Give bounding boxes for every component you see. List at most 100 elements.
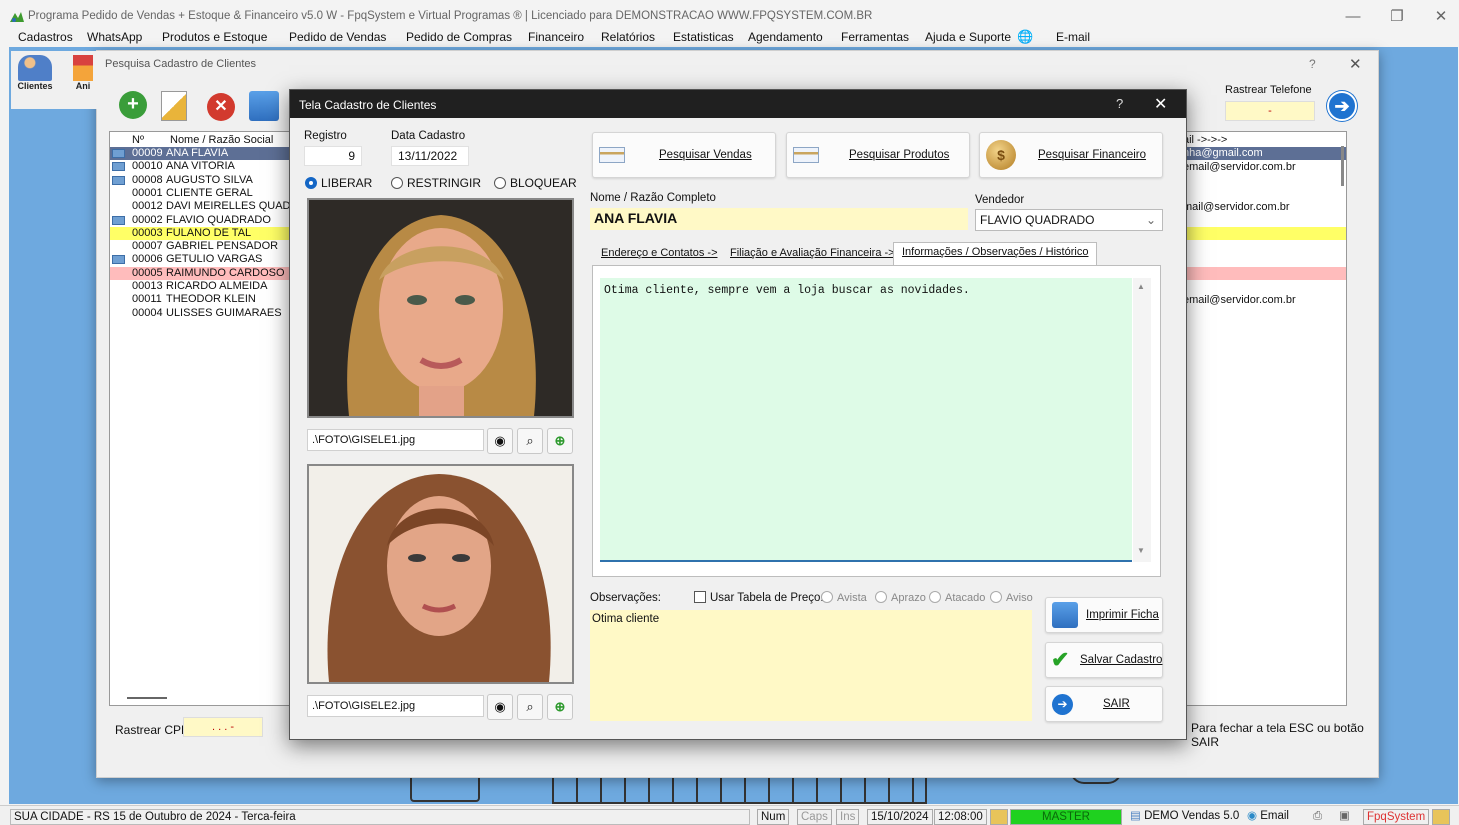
print-client-icon[interactable]: [249, 91, 279, 121]
table-row[interactable]: [1183, 280, 1346, 293]
menu-pedido-compras[interactable]: Pedido de Compras: [406, 30, 512, 44]
delete-client-icon[interactable]: ✕: [207, 93, 235, 121]
table-row[interactable]: 00004 ULISSES GUIMARAES: [110, 307, 290, 320]
registro-field[interactable]: 9: [304, 146, 362, 166]
table-row[interactable]: [1183, 227, 1346, 241]
vendedor-select[interactable]: FLAVIO QUADRADO ⌄: [975, 209, 1163, 231]
scroll-down-icon[interactable]: ▼: [1137, 546, 1145, 555]
clientes-tool-button[interactable]: Clientes: [15, 55, 55, 101]
observacoes-textarea[interactable]: Otima cliente: [590, 610, 1032, 721]
restore-icon[interactable]: ❐: [1379, 6, 1415, 28]
pesquisar-vendas-button[interactable]: Pesquisar Vendas: [592, 132, 776, 178]
add-photo-icon[interactable]: ⊕: [547, 694, 573, 720]
table-row[interactable]: 00009 ANA FLAVIA: [110, 147, 290, 160]
usar-tabela-checkbox[interactable]: Usar Tabela de Preço:: [694, 591, 824, 604]
printer-status-icon[interactable]: ⎙: [1310, 809, 1328, 825]
info-textarea[interactable]: Otima cliente, sempre vem a loja buscar …: [600, 278, 1132, 562]
minimize-icon[interactable]: —: [1335, 6, 1371, 28]
table-row[interactable]: [1183, 174, 1346, 187]
table-row[interactable]: email@servidor.com.br: [1183, 294, 1346, 307]
menu-ajuda-suporte[interactable]: Ajuda e Suporte: [925, 30, 1011, 44]
table-row[interactable]: ail ->->->: [1183, 134, 1346, 147]
table-row[interactable]: [1183, 254, 1346, 267]
menu-estatisticas[interactable]: Estatisticas: [673, 30, 734, 44]
table-row[interactable]: 00013 RICARDO ALMEIDA: [110, 280, 290, 293]
table-row[interactable]: [1183, 240, 1346, 253]
data-cadastro-field[interactable]: 13/11/2022: [391, 146, 469, 166]
list-header-num[interactable]: Nº: [132, 134, 144, 147]
table-row[interactable]: [1183, 187, 1346, 200]
list-scrollbar[interactable]: [1341, 146, 1344, 186]
search-window-help-icon[interactable]: ?: [1309, 57, 1316, 71]
table-row[interactable]: mail@servidor.com.br: [1183, 201, 1346, 214]
price-aviso-radio[interactable]: Aviso: [990, 591, 1033, 604]
scroll-up-icon[interactable]: ▲: [1137, 282, 1145, 291]
info-scrollbar[interactable]: ▲ ▼: [1133, 278, 1151, 562]
price-atacado-radio[interactable]: Atacado: [929, 591, 985, 604]
menu-whatsapp[interactable]: WhatsApp: [87, 30, 142, 44]
menu-email[interactable]: E-mail: [1056, 30, 1090, 44]
salvar-cadastro-button[interactable]: ✔ Salvar Cadastro: [1045, 642, 1163, 678]
radio-bloquear[interactable]: BLOQUEAR: [494, 176, 577, 190]
table-row[interactable]: 00011 THEODOR KLEIN: [110, 293, 290, 306]
table-row[interactable]: [1183, 214, 1346, 227]
rastrear-telefone-input[interactable]: -: [1225, 101, 1315, 121]
magnifier-icon[interactable]: ⌕: [517, 428, 543, 454]
go-arrow-icon[interactable]: ➔: [1327, 91, 1357, 121]
tab-endereco-contatos[interactable]: Endereço e Contatos ->: [601, 247, 718, 259]
table-row[interactable]: 00002 FLAVIO QUADRADO: [110, 214, 290, 227]
client-list-right-columns[interactable]: ail ->->-> nha@gmail.com email@servidor.co…: [1182, 131, 1347, 706]
table-row[interactable]: [1183, 267, 1346, 280]
edit-client-icon[interactable]: [161, 91, 187, 121]
rastrear-cpf-input[interactable]: . . . -: [183, 717, 263, 737]
search-window-close-icon[interactable]: ✕: [1349, 55, 1362, 73]
radio-restringir[interactable]: RESTRINGIR: [391, 176, 481, 190]
support-globe-icon[interactable]: 🌐: [1017, 29, 1033, 45]
photo-2-path-field[interactable]: .\FOTO\GISELE2.jpg: [307, 695, 484, 717]
table-row[interactable]: 00007 GABRIEL PENSADOR: [110, 240, 290, 253]
table-row[interactable]: nha@gmail.com: [1183, 147, 1346, 161]
add-client-icon[interactable]: +: [119, 91, 147, 119]
menu-financeiro[interactable]: Financeiro: [528, 30, 584, 44]
table-row[interactable]: email@servidor.com.br: [1183, 161, 1346, 174]
list-header-name[interactable]: Nome / Razão Social: [170, 134, 273, 147]
monitor-status-icon[interactable]: ▣: [1336, 809, 1354, 825]
photo-1-path-field[interactable]: .\FOTO\GISELE1.jpg: [307, 429, 484, 451]
webcam-icon[interactable]: ◉: [487, 428, 513, 454]
imprimir-ficha-button[interactable]: Imprimir Ficha: [1045, 597, 1163, 633]
menu-cadastros[interactable]: Cadastros: [18, 30, 73, 44]
menu-pedido-vendas[interactable]: Pedido de Vendas: [289, 30, 386, 44]
aniversario-tool-button[interactable]: Ani: [69, 55, 97, 101]
table-row[interactable]: 00001 CLIENTE GERAL: [110, 187, 290, 200]
menu-produtos-estoque[interactable]: Produtos e Estoque: [162, 30, 267, 44]
dialog-close-icon[interactable]: ✕: [1154, 94, 1167, 114]
horizontal-scrollbar[interactable]: [127, 697, 167, 699]
table-row[interactable]: 00012 DAVI MEIRELLES QUADR: [110, 200, 290, 213]
tab-filiacao[interactable]: Filiação e Avaliação Financeira ->: [730, 247, 895, 259]
add-photo-icon[interactable]: ⊕: [547, 428, 573, 454]
dialog-help-icon[interactable]: ?: [1116, 96, 1123, 111]
menu-agendamento[interactable]: Agendamento: [748, 30, 823, 44]
close-icon[interactable]: ✕: [1423, 6, 1459, 28]
price-avista-radio[interactable]: Avista: [821, 591, 867, 604]
webcam-icon[interactable]: ◉: [487, 694, 513, 720]
status-email[interactable]: ◉ Email: [1244, 809, 1292, 825]
tab-informacoes[interactable]: Informações / Observações / Histórico: [893, 242, 1098, 266]
pesquisar-financeiro-button[interactable]: $ Pesquisar Financeiro: [979, 132, 1163, 178]
table-row[interactable]: 00008 AUGUSTO SILVA: [110, 174, 290, 187]
menu-relatorios[interactable]: Relatórios: [601, 30, 655, 44]
nome-field[interactable]: ANA FLAVIA: [590, 208, 968, 230]
client-list[interactable]: Nº Nome / Razão Social 00009 ANA FLAVIA 00…: [109, 131, 291, 706]
menu-ferramentas[interactable]: Ferramentas: [841, 30, 909, 44]
magnifier-icon[interactable]: ⌕: [517, 694, 543, 720]
table-row[interactable]: 00006 GETULIO VARGAS: [110, 253, 290, 266]
table-row[interactable]: 00003 FULANO DE TAL: [110, 226, 290, 240]
sair-button[interactable]: ➔ SAIR: [1045, 686, 1163, 722]
client-photo-2[interactable]: [307, 464, 574, 684]
client-photo-1[interactable]: [307, 198, 574, 418]
table-row[interactable]: 00005 RAIMUNDO CARDOSO: [110, 266, 290, 280]
price-aprazo-radio[interactable]: Aprazo: [875, 591, 926, 604]
pesquisar-produtos-button[interactable]: Pesquisar Produtos: [786, 132, 970, 178]
radio-liberar[interactable]: LIBERAR: [305, 176, 372, 190]
table-row[interactable]: 00010 ANA VITORIA: [110, 160, 290, 173]
